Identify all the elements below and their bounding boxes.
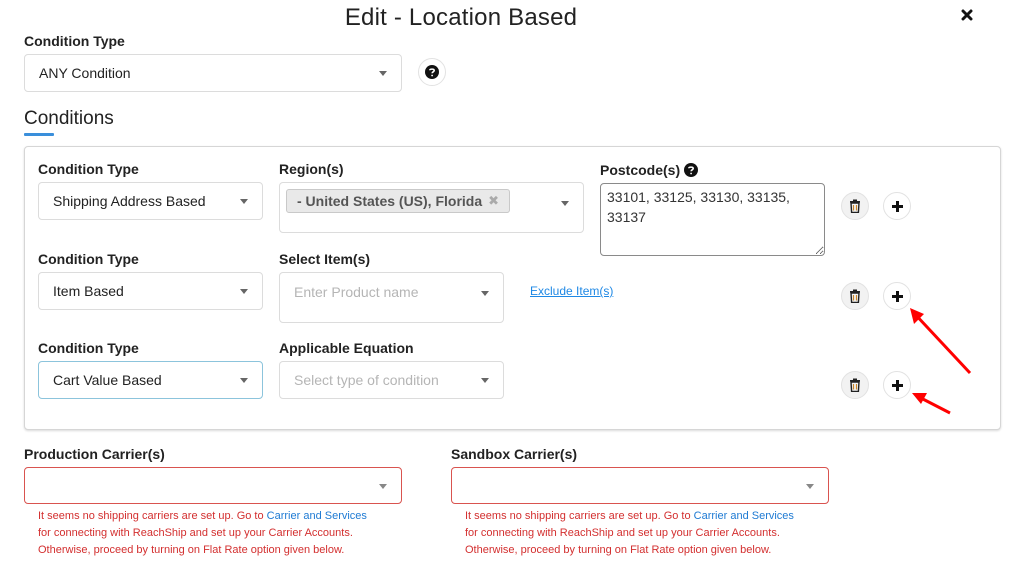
- applicable-equation-placeholder: Select type of condition: [294, 372, 439, 388]
- sandbox-carriers-select[interactable]: [451, 467, 829, 504]
- chevron-down-icon: [240, 289, 248, 294]
- row2-condition-type-select[interactable]: Item Based: [38, 272, 263, 310]
- conditions-heading: Conditions: [24, 108, 114, 129]
- question-circle-icon[interactable]: [684, 163, 699, 177]
- remove-tag-icon[interactable]: ✖: [488, 193, 499, 209]
- close-button[interactable]: [958, 6, 976, 24]
- regions-label: Region(s): [279, 161, 344, 177]
- carrier-services-link[interactable]: Carrier and Services: [694, 510, 794, 522]
- chevron-down-icon: [240, 378, 248, 383]
- row2-condition-type-value: Item Based: [53, 283, 124, 299]
- trash-icon: [850, 378, 860, 392]
- error-text: Otherwise, proceed by turning on Flat Ra…: [38, 544, 345, 556]
- chevron-down-icon: [481, 291, 489, 296]
- row1-condition-type-label: Condition Type: [38, 161, 139, 177]
- error-text: Otherwise, proceed by turning on Flat Ra…: [465, 544, 772, 556]
- sandbox-carriers-label: Sandbox Carrier(s): [451, 446, 578, 462]
- chevron-down-icon: [379, 71, 387, 76]
- region-tag-label: - United States (US), Florida: [297, 193, 483, 209]
- region-tag: - United States (US), Florida ✖: [286, 189, 511, 213]
- row3-condition-type-label: Condition Type: [38, 340, 139, 356]
- help-button[interactable]: [418, 58, 446, 86]
- error-text: It seems no shipping carriers are set up…: [465, 510, 694, 522]
- select-items-label: Select Item(s): [279, 251, 371, 267]
- applicable-equation-select[interactable]: Select type of condition: [279, 361, 504, 399]
- chevron-down-icon: [379, 483, 387, 489]
- row2-delete-button[interactable]: [841, 282, 869, 310]
- postcodes-textarea[interactable]: [600, 183, 825, 256]
- condition-type-label: Condition Type: [24, 33, 125, 49]
- postcodes-label-group: Postcode(s): [600, 162, 699, 178]
- trash-icon: [850, 199, 860, 213]
- production-carriers-label: Production Carrier(s): [24, 446, 165, 462]
- row3-condition-type-select[interactable]: Cart Value Based: [38, 361, 263, 399]
- select-items-placeholder: Enter Product name: [294, 284, 419, 300]
- row1-condition-type-select[interactable]: Shipping Address Based: [38, 182, 263, 220]
- plus-icon: [891, 200, 903, 212]
- trash-icon: [850, 289, 860, 303]
- conditions-heading-underline: [24, 133, 54, 136]
- close-icon: [961, 9, 973, 21]
- condition-type-value: ANY Condition: [39, 65, 131, 81]
- row1-delete-button[interactable]: [841, 192, 869, 220]
- row2-condition-type-label: Condition Type: [38, 251, 139, 267]
- applicable-equation-label: Applicable Equation: [279, 340, 414, 356]
- error-text: for connecting with ReachShip and set up…: [465, 527, 780, 539]
- error-text: for connecting with ReachShip and set up…: [38, 527, 353, 539]
- condition-type-select[interactable]: ANY Condition: [24, 54, 402, 92]
- row3-delete-button[interactable]: [841, 371, 869, 399]
- error-text: It seems no shipping carriers are set up…: [38, 510, 267, 522]
- chevron-down-icon: [240, 199, 248, 204]
- production-carriers-error: It seems no shipping carriers are set up…: [38, 508, 408, 559]
- regions-select[interactable]: - United States (US), Florida ✖: [279, 182, 584, 233]
- row1-condition-type-value: Shipping Address Based: [53, 193, 206, 209]
- chevron-down-icon: [481, 378, 489, 383]
- carrier-services-link[interactable]: Carrier and Services: [267, 510, 367, 522]
- chevron-down-icon: [561, 201, 569, 206]
- chevron-down-icon: [806, 483, 814, 489]
- annotation-arrow-icon: [910, 308, 972, 415]
- sandbox-carriers-error: It seems no shipping carriers are set up…: [465, 508, 835, 559]
- select-items-input[interactable]: Enter Product name: [279, 272, 504, 323]
- exclude-items-link[interactable]: Exclude Item(s): [530, 284, 613, 298]
- page-title: Edit - Location Based: [344, 4, 578, 31]
- row3-condition-type-value: Cart Value Based: [53, 372, 162, 388]
- row1-add-button[interactable]: [883, 192, 911, 220]
- question-circle-icon: [425, 65, 439, 79]
- production-carriers-select[interactable]: [24, 467, 402, 504]
- postcodes-label: Postcode(s): [600, 162, 681, 178]
